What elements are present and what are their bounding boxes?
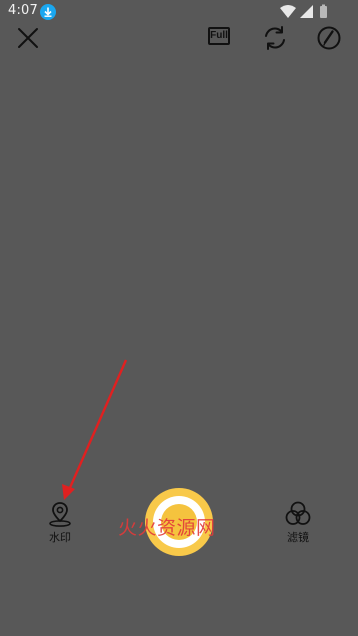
signal-icon — [300, 5, 313, 18]
filter-label: 滤镜 — [287, 531, 309, 544]
shutter-ring — [153, 496, 205, 548]
status-icons — [278, 3, 350, 21]
filter-button[interactable]: 滤镜 — [278, 500, 318, 546]
battery-icon — [320, 4, 327, 18]
shutter-core — [161, 504, 197, 540]
watermark-label: 水印 — [49, 531, 71, 544]
wifi-icon — [280, 5, 296, 18]
status-bar: 4:07 — [0, 0, 358, 24]
status-time: 4:07 — [8, 3, 38, 18]
camera-screen: 4:07 Full 水印 火火资源网 滤镜 — [0, 0, 358, 636]
close-icon — [18, 28, 38, 48]
full-label: Full — [208, 27, 230, 45]
rotate-icon — [265, 26, 285, 50]
shutter-button[interactable] — [145, 488, 213, 556]
location-pin-icon — [49, 502, 71, 527]
switch-camera-button[interactable] — [261, 24, 289, 52]
download-icon — [40, 4, 56, 20]
filter-icon — [285, 501, 311, 525]
close-button[interactable] — [14, 24, 42, 52]
pen-icon — [317, 26, 341, 50]
full-button[interactable]: Full — [206, 24, 234, 52]
edit-button[interactable] — [315, 24, 343, 52]
watermark-button[interactable]: 水印 — [40, 500, 80, 546]
top-toolbar: Full — [0, 24, 358, 54]
